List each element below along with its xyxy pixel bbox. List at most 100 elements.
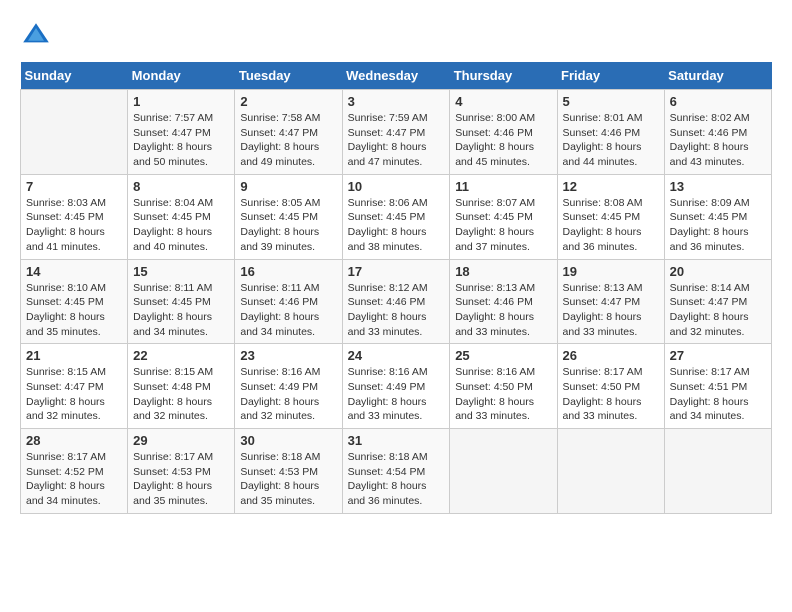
day-number: 17 — [348, 264, 445, 279]
day-number: 12 — [563, 179, 659, 194]
week-row-2: 7 Sunrise: 8:03 AMSunset: 4:45 PMDaylight… — [21, 174, 772, 259]
day-info: Sunrise: 8:17 AMSunset: 4:51 PMDaylight:… — [670, 365, 766, 424]
day-number: 3 — [348, 94, 445, 109]
day-number: 23 — [240, 348, 336, 363]
calendar-cell: 20Sunrise: 8:14 AMSunset: 4:47 PMDayligh… — [664, 259, 771, 344]
day-info: Sunrise: 8:00 AMSunset: 4:46 PMDaylight:… — [455, 111, 551, 170]
calendar-cell: 18Sunrise: 8:13 AMSunset: 4:46 PMDayligh… — [450, 259, 557, 344]
day-number: 29 — [133, 433, 229, 448]
calendar-cell: 7 Sunrise: 8:03 AMSunset: 4:45 PMDaylight… — [21, 174, 128, 259]
day-number: 16 — [240, 264, 336, 279]
day-number: 15 — [133, 264, 229, 279]
day-info: Sunrise: 8:08 AMSunset: 4:45 PMDaylight:… — [563, 196, 659, 255]
calendar-cell: 4 Sunrise: 8:00 AMSunset: 4:46 PMDaylight… — [450, 90, 557, 175]
day-number: 10 — [348, 179, 445, 194]
day-info: Sunrise: 8:13 AMSunset: 4:47 PMDaylight:… — [563, 281, 659, 340]
calendar-cell — [450, 429, 557, 514]
day-number: 14 — [26, 264, 122, 279]
day-number: 30 — [240, 433, 336, 448]
day-info: Sunrise: 7:58 AMSunset: 4:47 PMDaylight:… — [240, 111, 336, 170]
day-number: 4 — [455, 94, 551, 109]
day-info: Sunrise: 8:15 AMSunset: 4:47 PMDaylight:… — [26, 365, 122, 424]
calendar-cell — [557, 429, 664, 514]
col-header-monday: Monday — [128, 62, 235, 90]
calendar-cell: 8 Sunrise: 8:04 AMSunset: 4:45 PMDaylight… — [128, 174, 235, 259]
day-info: Sunrise: 8:15 AMSunset: 4:48 PMDaylight:… — [133, 365, 229, 424]
col-header-thursday: Thursday — [450, 62, 557, 90]
calendar-cell: 13 Sunrise: 8:09 AMSunset: 4:45 PMDayligh… — [664, 174, 771, 259]
day-number: 20 — [670, 264, 766, 279]
calendar-cell: 28 Sunrise: 8:17 AMSunset: 4:52 PMDayligh… — [21, 429, 128, 514]
day-number: 28 — [26, 433, 122, 448]
day-info: Sunrise: 8:18 AMSunset: 4:53 PMDaylight:… — [240, 450, 336, 509]
day-number: 25 — [455, 348, 551, 363]
day-info: Sunrise: 8:12 AMSunset: 4:46 PMDaylight:… — [348, 281, 445, 340]
col-header-tuesday: Tuesday — [235, 62, 342, 90]
day-number: 8 — [133, 179, 229, 194]
day-number: 1 — [133, 94, 229, 109]
day-number: 7 — [26, 179, 122, 194]
col-header-friday: Friday — [557, 62, 664, 90]
day-number: 13 — [670, 179, 766, 194]
day-info: Sunrise: 8:11 AMSunset: 4:46 PMDaylight:… — [240, 281, 336, 340]
day-number: 2 — [240, 94, 336, 109]
calendar-cell: 2 Sunrise: 7:58 AMSunset: 4:47 PMDaylight… — [235, 90, 342, 175]
week-row-4: 21 Sunrise: 8:15 AMSunset: 4:47 PMDayligh… — [21, 344, 772, 429]
calendar-cell: 6Sunrise: 8:02 AMSunset: 4:46 PMDaylight… — [664, 90, 771, 175]
day-info: Sunrise: 8:04 AMSunset: 4:45 PMDaylight:… — [133, 196, 229, 255]
day-info: Sunrise: 8:16 AMSunset: 4:49 PMDaylight:… — [240, 365, 336, 424]
calendar-cell — [664, 429, 771, 514]
calendar-cell: 17 Sunrise: 8:12 AMSunset: 4:46 PMDayligh… — [342, 259, 450, 344]
day-number: 11 — [455, 179, 551, 194]
day-number: 27 — [670, 348, 766, 363]
day-info: Sunrise: 8:16 AMSunset: 4:49 PMDaylight:… — [348, 365, 445, 424]
day-number: 21 — [26, 348, 122, 363]
day-info: Sunrise: 8:07 AMSunset: 4:45 PMDaylight:… — [455, 196, 551, 255]
calendar-cell: 16 Sunrise: 8:11 AMSunset: 4:46 PMDayligh… — [235, 259, 342, 344]
calendar-cell: 12 Sunrise: 8:08 AMSunset: 4:45 PMDayligh… — [557, 174, 664, 259]
day-info: Sunrise: 8:06 AMSunset: 4:45 PMDaylight:… — [348, 196, 445, 255]
calendar-cell: 23 Sunrise: 8:16 AMSunset: 4:49 PMDayligh… — [235, 344, 342, 429]
calendar-cell: 31 Sunrise: 8:18 AMSunset: 4:54 PMDayligh… — [342, 429, 450, 514]
day-info: Sunrise: 8:17 AMSunset: 4:52 PMDaylight:… — [26, 450, 122, 509]
calendar-cell — [21, 90, 128, 175]
calendar-cell: 25Sunrise: 8:16 AMSunset: 4:50 PMDayligh… — [450, 344, 557, 429]
calendar-cell: 29 Sunrise: 8:17 AMSunset: 4:53 PMDayligh… — [128, 429, 235, 514]
calendar-cell: 3Sunrise: 7:59 AMSunset: 4:47 PMDaylight… — [342, 90, 450, 175]
day-number: 31 — [348, 433, 445, 448]
calendar-cell: 21 Sunrise: 8:15 AMSunset: 4:47 PMDayligh… — [21, 344, 128, 429]
day-number: 9 — [240, 179, 336, 194]
day-number: 19 — [563, 264, 659, 279]
day-info: Sunrise: 7:57 AMSunset: 4:47 PMDaylight:… — [133, 111, 229, 170]
day-info: Sunrise: 8:01 AMSunset: 4:46 PMDaylight:… — [563, 111, 659, 170]
page-header — [20, 20, 772, 52]
col-header-sunday: Sunday — [21, 62, 128, 90]
day-number: 26 — [563, 348, 659, 363]
week-row-5: 28 Sunrise: 8:17 AMSunset: 4:52 PMDayligh… — [21, 429, 772, 514]
calendar-cell: 19 Sunrise: 8:13 AMSunset: 4:47 PMDayligh… — [557, 259, 664, 344]
calendar-cell: 30 Sunrise: 8:18 AMSunset: 4:53 PMDayligh… — [235, 429, 342, 514]
day-info: Sunrise: 8:17 AMSunset: 4:50 PMDaylight:… — [563, 365, 659, 424]
day-number: 24 — [348, 348, 445, 363]
day-info: Sunrise: 8:10 AMSunset: 4:45 PMDaylight:… — [26, 281, 122, 340]
day-info: Sunrise: 8:03 AMSunset: 4:45 PMDaylight:… — [26, 196, 122, 255]
calendar-header-row: SundayMondayTuesdayWednesdayThursdayFrid… — [21, 62, 772, 90]
calendar-cell: 1 Sunrise: 7:57 AMSunset: 4:47 PMDaylight… — [128, 90, 235, 175]
logo — [20, 20, 56, 52]
day-info: Sunrise: 8:18 AMSunset: 4:54 PMDaylight:… — [348, 450, 445, 509]
day-info: Sunrise: 8:11 AMSunset: 4:45 PMDaylight:… — [133, 281, 229, 340]
week-row-1: 1 Sunrise: 7:57 AMSunset: 4:47 PMDaylight… — [21, 90, 772, 175]
calendar-cell: 10 Sunrise: 8:06 AMSunset: 4:45 PMDayligh… — [342, 174, 450, 259]
logo-icon — [20, 20, 52, 52]
day-number: 22 — [133, 348, 229, 363]
day-number: 5 — [563, 94, 659, 109]
calendar-cell: 14 Sunrise: 8:10 AMSunset: 4:45 PMDayligh… — [21, 259, 128, 344]
calendar-cell: 24 Sunrise: 8:16 AMSunset: 4:49 PMDayligh… — [342, 344, 450, 429]
calendar-cell: 27 Sunrise: 8:17 AMSunset: 4:51 PMDayligh… — [664, 344, 771, 429]
calendar-cell: 26 Sunrise: 8:17 AMSunset: 4:50 PMDayligh… — [557, 344, 664, 429]
calendar-table: SundayMondayTuesdayWednesdayThursdayFrid… — [20, 62, 772, 514]
day-info: Sunrise: 8:13 AMSunset: 4:46 PMDaylight:… — [455, 281, 551, 340]
day-info: Sunrise: 8:17 AMSunset: 4:53 PMDaylight:… — [133, 450, 229, 509]
col-header-saturday: Saturday — [664, 62, 771, 90]
day-info: Sunrise: 8:09 AMSunset: 4:45 PMDaylight:… — [670, 196, 766, 255]
